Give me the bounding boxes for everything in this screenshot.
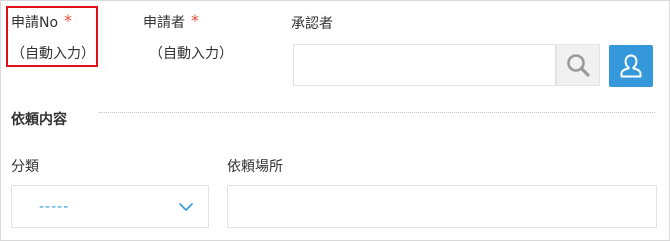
user-select-button[interactable] xyxy=(609,45,653,87)
search-icon xyxy=(567,54,590,77)
form-panel: 申請No * （自動入力） 申請者 * （自動入力） 承認者 依頼内容 分類 ---… xyxy=(0,0,670,241)
applicant-value: （自動入力） xyxy=(149,46,233,62)
category-select[interactable]: ----- xyxy=(11,185,209,228)
request-no-value: （自動入力） xyxy=(11,46,95,62)
search-button[interactable] xyxy=(556,44,600,86)
chevron-down-icon xyxy=(179,203,193,211)
user-icon xyxy=(620,54,642,78)
section-title: 依頼内容 xyxy=(11,112,67,128)
request-no-label: 申請No xyxy=(11,15,59,31)
request-place-input[interactable] xyxy=(227,185,657,228)
applicant-label: 申請者 xyxy=(143,15,185,31)
required-mark: * xyxy=(64,11,73,30)
request-no-field: 申請No * （自動入力） xyxy=(11,11,95,62)
applicant-field: 申請者 * （自動入力） xyxy=(143,11,233,62)
approver-field: 承認者 xyxy=(291,13,333,33)
request-place-field: 依頼場所 xyxy=(227,156,283,176)
approver-label: 承認者 xyxy=(291,16,333,32)
section-divider xyxy=(99,112,655,113)
category-field: 分類 xyxy=(11,156,39,176)
category-selected-value: ----- xyxy=(39,199,70,215)
category-label: 分類 xyxy=(11,159,39,175)
required-mark: * xyxy=(191,11,199,30)
request-place-label: 依頼場所 xyxy=(227,159,283,175)
approver-input[interactable] xyxy=(293,44,556,86)
